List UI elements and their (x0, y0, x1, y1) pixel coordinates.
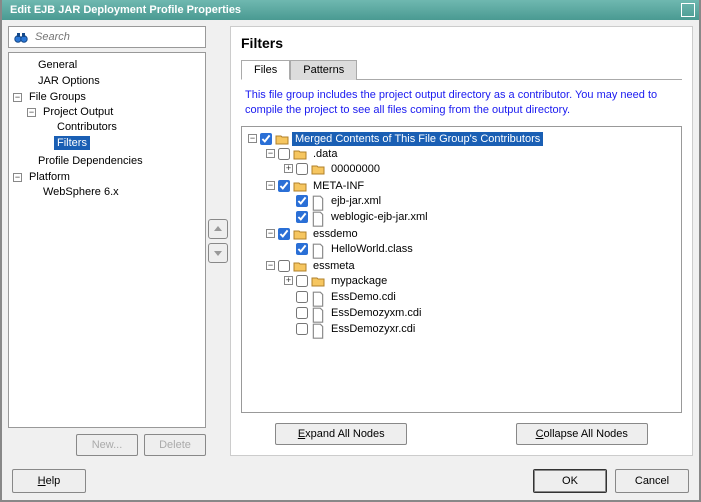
tab-patterns[interactable]: Patterns (290, 60, 357, 80)
folder-icon (311, 163, 325, 175)
node-checkbox[interactable] (278, 180, 290, 192)
titlebar: Edit EJB JAR Deployment Profile Properti… (2, 0, 699, 20)
file-icon (311, 195, 325, 207)
expand-toggle[interactable]: + (284, 164, 293, 173)
nav-general[interactable]: General (35, 58, 80, 72)
folder-icon (275, 133, 289, 145)
node-checkbox[interactable] (296, 195, 308, 207)
node-checkbox[interactable] (296, 163, 308, 175)
dialog-title: Edit EJB JAR Deployment Profile Properti… (10, 4, 241, 16)
file-icon (311, 211, 325, 223)
nav-filters[interactable]: Filters (54, 136, 90, 150)
dialog-window: Edit EJB JAR Deployment Profile Properti… (0, 0, 701, 502)
node-checkbox[interactable] (260, 133, 272, 145)
file-tree[interactable]: − Merged Contents of This File Group's C… (241, 126, 682, 413)
tree-root[interactable]: Merged Contents of This File Group's Con… (292, 132, 543, 146)
delete-button: Delete (144, 434, 206, 456)
collapse-all-button[interactable]: Collapse All Nodes (516, 423, 648, 445)
tree-node-metainf[interactable]: META-INF (310, 179, 367, 193)
expand-toggle[interactable]: − (13, 93, 22, 102)
file-icon (311, 307, 325, 319)
nav-platform[interactable]: Platform (26, 170, 73, 184)
tree-node-ejbjar[interactable]: ejb-jar.xml (328, 194, 384, 208)
tree-node-essdemozyxr[interactable]: EssDemozyxr.cdi (328, 322, 418, 336)
panel-heading: Filters (241, 35, 682, 51)
expand-toggle[interactable]: − (266, 261, 275, 270)
node-checkbox[interactable] (296, 243, 308, 255)
expand-toggle[interactable]: − (13, 173, 22, 182)
tree-node-helloworld[interactable]: HelloWorld.class (328, 242, 416, 256)
expand-all-button[interactable]: Expand All Nodes (275, 423, 407, 445)
tab-bar: Files Patterns (241, 59, 682, 80)
nav-jar-options[interactable]: JAR Options (35, 74, 103, 88)
folder-icon (293, 228, 307, 240)
file-icon (311, 291, 325, 303)
maximize-icon[interactable] (681, 3, 695, 17)
node-checkbox[interactable] (278, 148, 290, 160)
node-checkbox[interactable] (296, 307, 308, 319)
tree-node-essdemo[interactable]: essdemo (310, 227, 361, 241)
folder-icon (311, 275, 325, 287)
tree-node-essdemocdi[interactable]: EssDemo.cdi (328, 290, 399, 304)
folder-icon (293, 180, 307, 192)
expand-toggle[interactable]: − (266, 229, 275, 238)
nav-file-groups[interactable]: File Groups (26, 90, 89, 104)
category-tree[interactable]: General JAR Options −File Groups −Projec… (8, 52, 206, 428)
info-text: This file group includes the project out… (241, 80, 682, 126)
ok-button[interactable]: OK (533, 469, 607, 493)
file-icon (311, 323, 325, 335)
tree-node-zeros[interactable]: 00000000 (328, 162, 383, 176)
tree-node-mypackage[interactable]: mypackage (328, 274, 390, 288)
node-checkbox[interactable] (296, 211, 308, 223)
expand-toggle[interactable]: + (284, 276, 293, 285)
binoculars-icon (13, 30, 29, 44)
tab-files[interactable]: Files (241, 60, 290, 80)
file-icon (311, 243, 325, 255)
help-button[interactable]: Help (12, 469, 86, 493)
tree-node-weblogic[interactable]: weblogic-ejb-jar.xml (328, 210, 431, 224)
expand-toggle[interactable]: − (27, 108, 36, 117)
node-checkbox[interactable] (278, 260, 290, 272)
node-checkbox[interactable] (296, 323, 308, 335)
folder-icon (293, 260, 307, 272)
expand-toggle[interactable]: − (266, 149, 275, 158)
expand-toggle[interactable]: − (266, 181, 275, 190)
move-up-button[interactable] (208, 219, 228, 239)
dialog-footer: Help OK Cancel (2, 462, 699, 500)
tree-node-data[interactable]: .data (310, 147, 340, 161)
node-checkbox[interactable] (296, 291, 308, 303)
nav-websphere[interactable]: WebSphere 6.x (40, 185, 122, 199)
cancel-button[interactable]: Cancel (615, 469, 689, 493)
folder-icon (293, 148, 307, 160)
nav-profile-dependencies[interactable]: Profile Dependencies (35, 154, 146, 168)
move-down-button[interactable] (208, 243, 228, 263)
node-checkbox[interactable] (278, 228, 290, 240)
expand-toggle[interactable]: − (248, 134, 257, 143)
new-button: New... (76, 434, 138, 456)
tree-node-essdemozyxm[interactable]: EssDemozyxm.cdi (328, 306, 424, 320)
search-field[interactable] (8, 26, 206, 48)
node-checkbox[interactable] (296, 275, 308, 287)
nav-contributors[interactable]: Contributors (54, 120, 120, 134)
nav-project-output[interactable]: Project Output (40, 105, 116, 119)
search-input[interactable] (33, 30, 201, 44)
tree-node-essmeta[interactable]: essmeta (310, 259, 358, 273)
